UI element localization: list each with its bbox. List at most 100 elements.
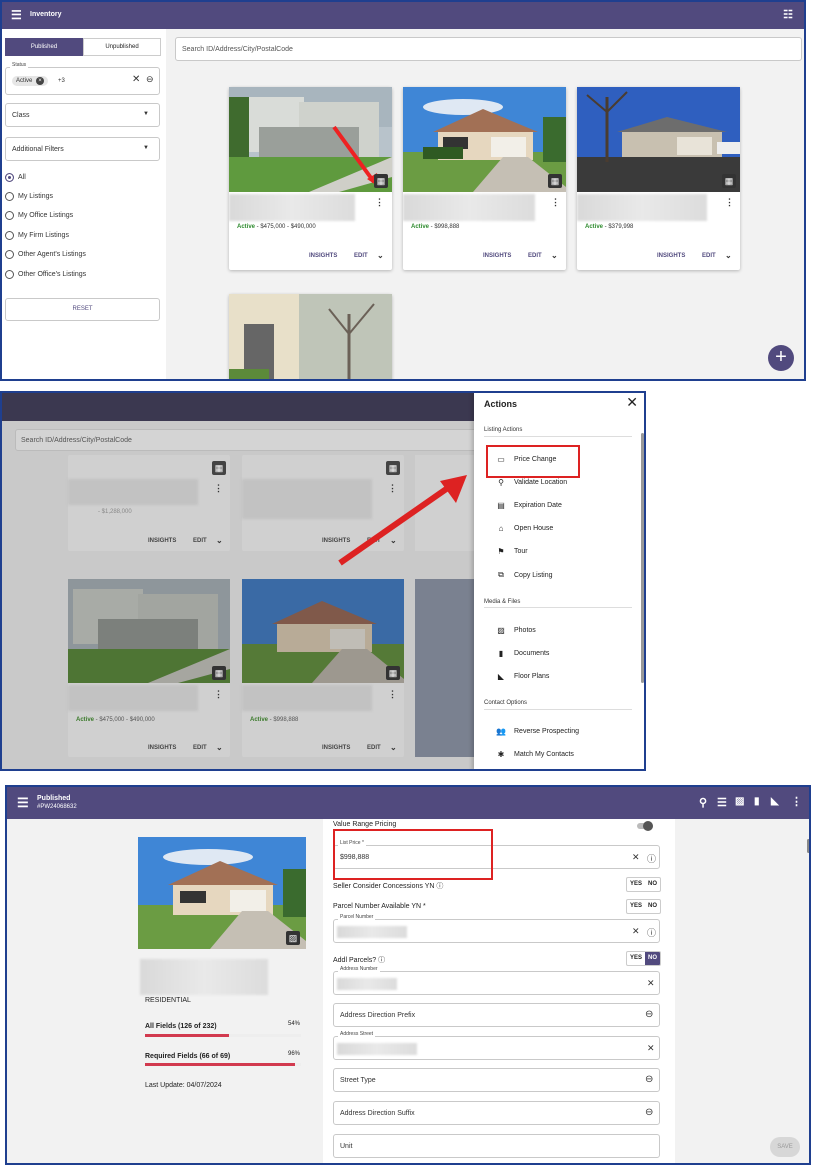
more-options-icon[interactable]: ⋮ — [214, 689, 223, 700]
edit-button[interactable]: EDIT — [193, 538, 207, 544]
clear-icon[interactable]: ✕ — [647, 1043, 655, 1054]
lookup-icon[interactable]: ⊖ — [645, 1074, 653, 1085]
close-icon[interactable]: ✕ — [626, 394, 638, 411]
grid-menu-icon[interactable]: ▦ — [212, 461, 226, 475]
class-select[interactable]: Class ▼ — [5, 103, 160, 127]
clear-icon[interactable]: ✕ — [632, 852, 640, 863]
radio-all[interactable]: All — [5, 173, 26, 182]
unit-field[interactable]: Unit — [333, 1134, 660, 1158]
clear-icon[interactable]: ✕ — [132, 74, 140, 85]
menu-item-tour[interactable]: ⚑ Tour — [496, 547, 527, 556]
insights-button[interactable]: INSIGHTS — [657, 253, 685, 259]
clear-icon[interactable]: ✕ — [632, 926, 640, 937]
search-input[interactable]: Search ID/Address/City/PostalCode — [175, 37, 802, 61]
lookup-icon[interactable]: ⊖ — [645, 1107, 653, 1118]
yes-option[interactable]: YES — [627, 900, 645, 913]
tab-published[interactable]: Published — [5, 38, 83, 56]
grid-menu-icon[interactable]: ▦ — [386, 666, 400, 680]
insights-button[interactable]: INSIGHTS — [148, 745, 176, 751]
info-icon[interactable]: ⓘ — [436, 883, 443, 890]
scrollbar[interactable] — [807, 839, 809, 853]
search-icon[interactable]: ⚲ — [699, 796, 707, 809]
status-chip[interactable]: Active × — [12, 76, 49, 86]
menu-item-expiration-date[interactable]: ▤ Expiration Date — [496, 501, 562, 510]
address-direction-prefix-field[interactable]: Address Direction Prefix ⊖ — [333, 1003, 660, 1027]
listing-photo[interactable]: ▦ — [229, 87, 392, 192]
chip-remove-icon[interactable]: × — [36, 77, 45, 85]
address-direction-suffix-field[interactable]: Address Direction Suffix ⊖ — [333, 1101, 660, 1125]
listing-card[interactable] — [229, 294, 392, 379]
clear-icon[interactable]: ✕ — [647, 978, 655, 989]
more-vert-icon[interactable]: ⋮ — [791, 795, 802, 808]
expand-chevron-icon[interactable]: ⌄ — [216, 536, 223, 545]
yes-option[interactable]: YES — [627, 952, 645, 965]
edit-button[interactable]: EDIT — [528, 253, 542, 259]
reset-button[interactable]: RESET — [5, 298, 160, 321]
listing-card[interactable]: ▦ ⋮ Active - $475,000 - $490,000 INSIGHT… — [68, 579, 230, 757]
hamburger-menu-icon[interactable]: ☰ — [17, 795, 29, 811]
menu-item-floor-plans[interactable]: ◣ Floor Plans — [496, 672, 549, 681]
parcel-number-field[interactable]: Parcel Number ✕ ⓘ — [333, 914, 660, 943]
insights-button[interactable]: INSIGHTS — [309, 253, 337, 259]
listing-photo[interactable]: ▦ — [403, 87, 566, 192]
listing-card[interactable]: ▦ ⋮ Active - $475,000 - $490,000 INSIGHT… — [229, 87, 392, 270]
info-icon[interactable]: ⓘ — [647, 926, 656, 939]
radio-other-offices-listings[interactable]: Other Office's Listings — [5, 270, 86, 279]
list-view-icon[interactable]: ☷ — [783, 8, 793, 21]
radio-my-listings[interactable]: My Listings — [5, 192, 53, 201]
search-input[interactable]: Search ID/Address/City/PostalCode — [15, 429, 485, 451]
radio-other-agents-listings[interactable]: Other Agent's Listings — [5, 250, 86, 259]
insights-button[interactable]: INSIGHTS — [148, 538, 176, 544]
listing-card[interactable]: ▦ ⋮ Active - $998,888 INSIGHTS EDIT ⌄ — [242, 579, 404, 757]
menu-item-validate-location[interactable]: ⚲ Validate Location — [496, 478, 567, 487]
menu-item-documents[interactable]: ▮ Documents — [496, 649, 550, 658]
photo-icon[interactable]: ▨ — [735, 796, 744, 807]
address-street-field[interactable]: Address Street ✕ — [333, 1031, 660, 1060]
menu-item-reverse-prospecting[interactable]: 👥 Reverse Prospecting — [496, 727, 579, 736]
lookup-icon[interactable]: ⊖ — [645, 1009, 653, 1020]
edit-button[interactable]: EDIT — [702, 253, 716, 259]
sliders-icon[interactable]: ☰ — [717, 796, 727, 809]
listing-card[interactable]: ▦ ⋮ - $1,288,000 INSIGHTS EDIT ⌄ — [68, 455, 230, 551]
grid-menu-icon[interactable]: ▦ — [722, 174, 736, 188]
edit-button[interactable]: EDIT — [193, 745, 207, 751]
value-range-pricing-toggle[interactable] — [637, 821, 653, 831]
expand-chevron-icon[interactable]: ⌄ — [725, 251, 732, 260]
no-option[interactable]: NO — [645, 952, 661, 965]
more-options-icon[interactable]: ⋮ — [214, 483, 223, 494]
expand-chevron-icon[interactable]: ⌄ — [216, 743, 223, 752]
grid-menu-icon[interactable]: ▦ — [374, 174, 388, 188]
grid-menu-icon[interactable]: ▦ — [212, 666, 226, 680]
menu-item-match-my-contacts[interactable]: ✱ Match My Contacts — [496, 750, 574, 759]
radio-my-office-listings[interactable]: My Office Listings — [5, 211, 73, 220]
floor-plan-icon[interactable]: ◣ — [771, 796, 779, 807]
yes-option[interactable]: YES — [627, 878, 645, 891]
expand-chevron-icon[interactable]: ⌄ — [390, 743, 397, 752]
document-icon[interactable]: ▮ — [754, 796, 760, 807]
parcel-available-toggle[interactable]: YES NO — [626, 899, 662, 914]
listing-card[interactable]: ▦ ⋮ Active - $379,998 INSIGHTS EDIT ⌄ — [577, 87, 740, 270]
hamburger-menu-icon[interactable]: ☰ — [11, 8, 22, 22]
insights-button[interactable]: INSIGHTS — [322, 745, 350, 751]
add-listing-button[interactable]: + — [768, 345, 794, 371]
zoom-out-icon[interactable]: ⊖ — [146, 74, 154, 85]
no-option[interactable]: NO — [645, 878, 660, 891]
more-options-icon[interactable]: ⋮ — [375, 197, 384, 208]
menu-item-open-house[interactable]: ⌂ Open House — [496, 524, 554, 533]
more-options-icon[interactable]: ⋮ — [725, 197, 734, 208]
menu-item-price-change[interactable]: ▭ Price Change — [496, 455, 556, 464]
listing-card[interactable]: ▦ ⋮ Active - $998,888 INSIGHTS EDIT ⌄ — [403, 87, 566, 270]
info-icon[interactable]: ⓘ — [378, 957, 385, 964]
change-photo-icon[interactable]: ▨ — [286, 931, 300, 945]
additional-filters-select[interactable]: Additional Filters ▼ — [5, 137, 160, 161]
seller-concessions-toggle[interactable]: YES NO — [626, 877, 662, 892]
insights-button[interactable]: INSIGHTS — [483, 253, 511, 259]
tab-unpublished[interactable]: Unpublished — [83, 38, 161, 56]
more-options-icon[interactable]: ⋮ — [388, 689, 397, 700]
edit-button[interactable]: EDIT — [354, 253, 368, 259]
menu-item-copy-listing[interactable]: ⧉ Copy Listing — [496, 570, 552, 580]
grid-menu-icon[interactable]: ▦ — [548, 174, 562, 188]
status-filter[interactable]: Status Active × +3 ✕ ⊖ — [5, 62, 160, 95]
edit-button[interactable]: EDIT — [367, 745, 381, 751]
radio-my-firm-listings[interactable]: My Firm Listings — [5, 231, 69, 240]
